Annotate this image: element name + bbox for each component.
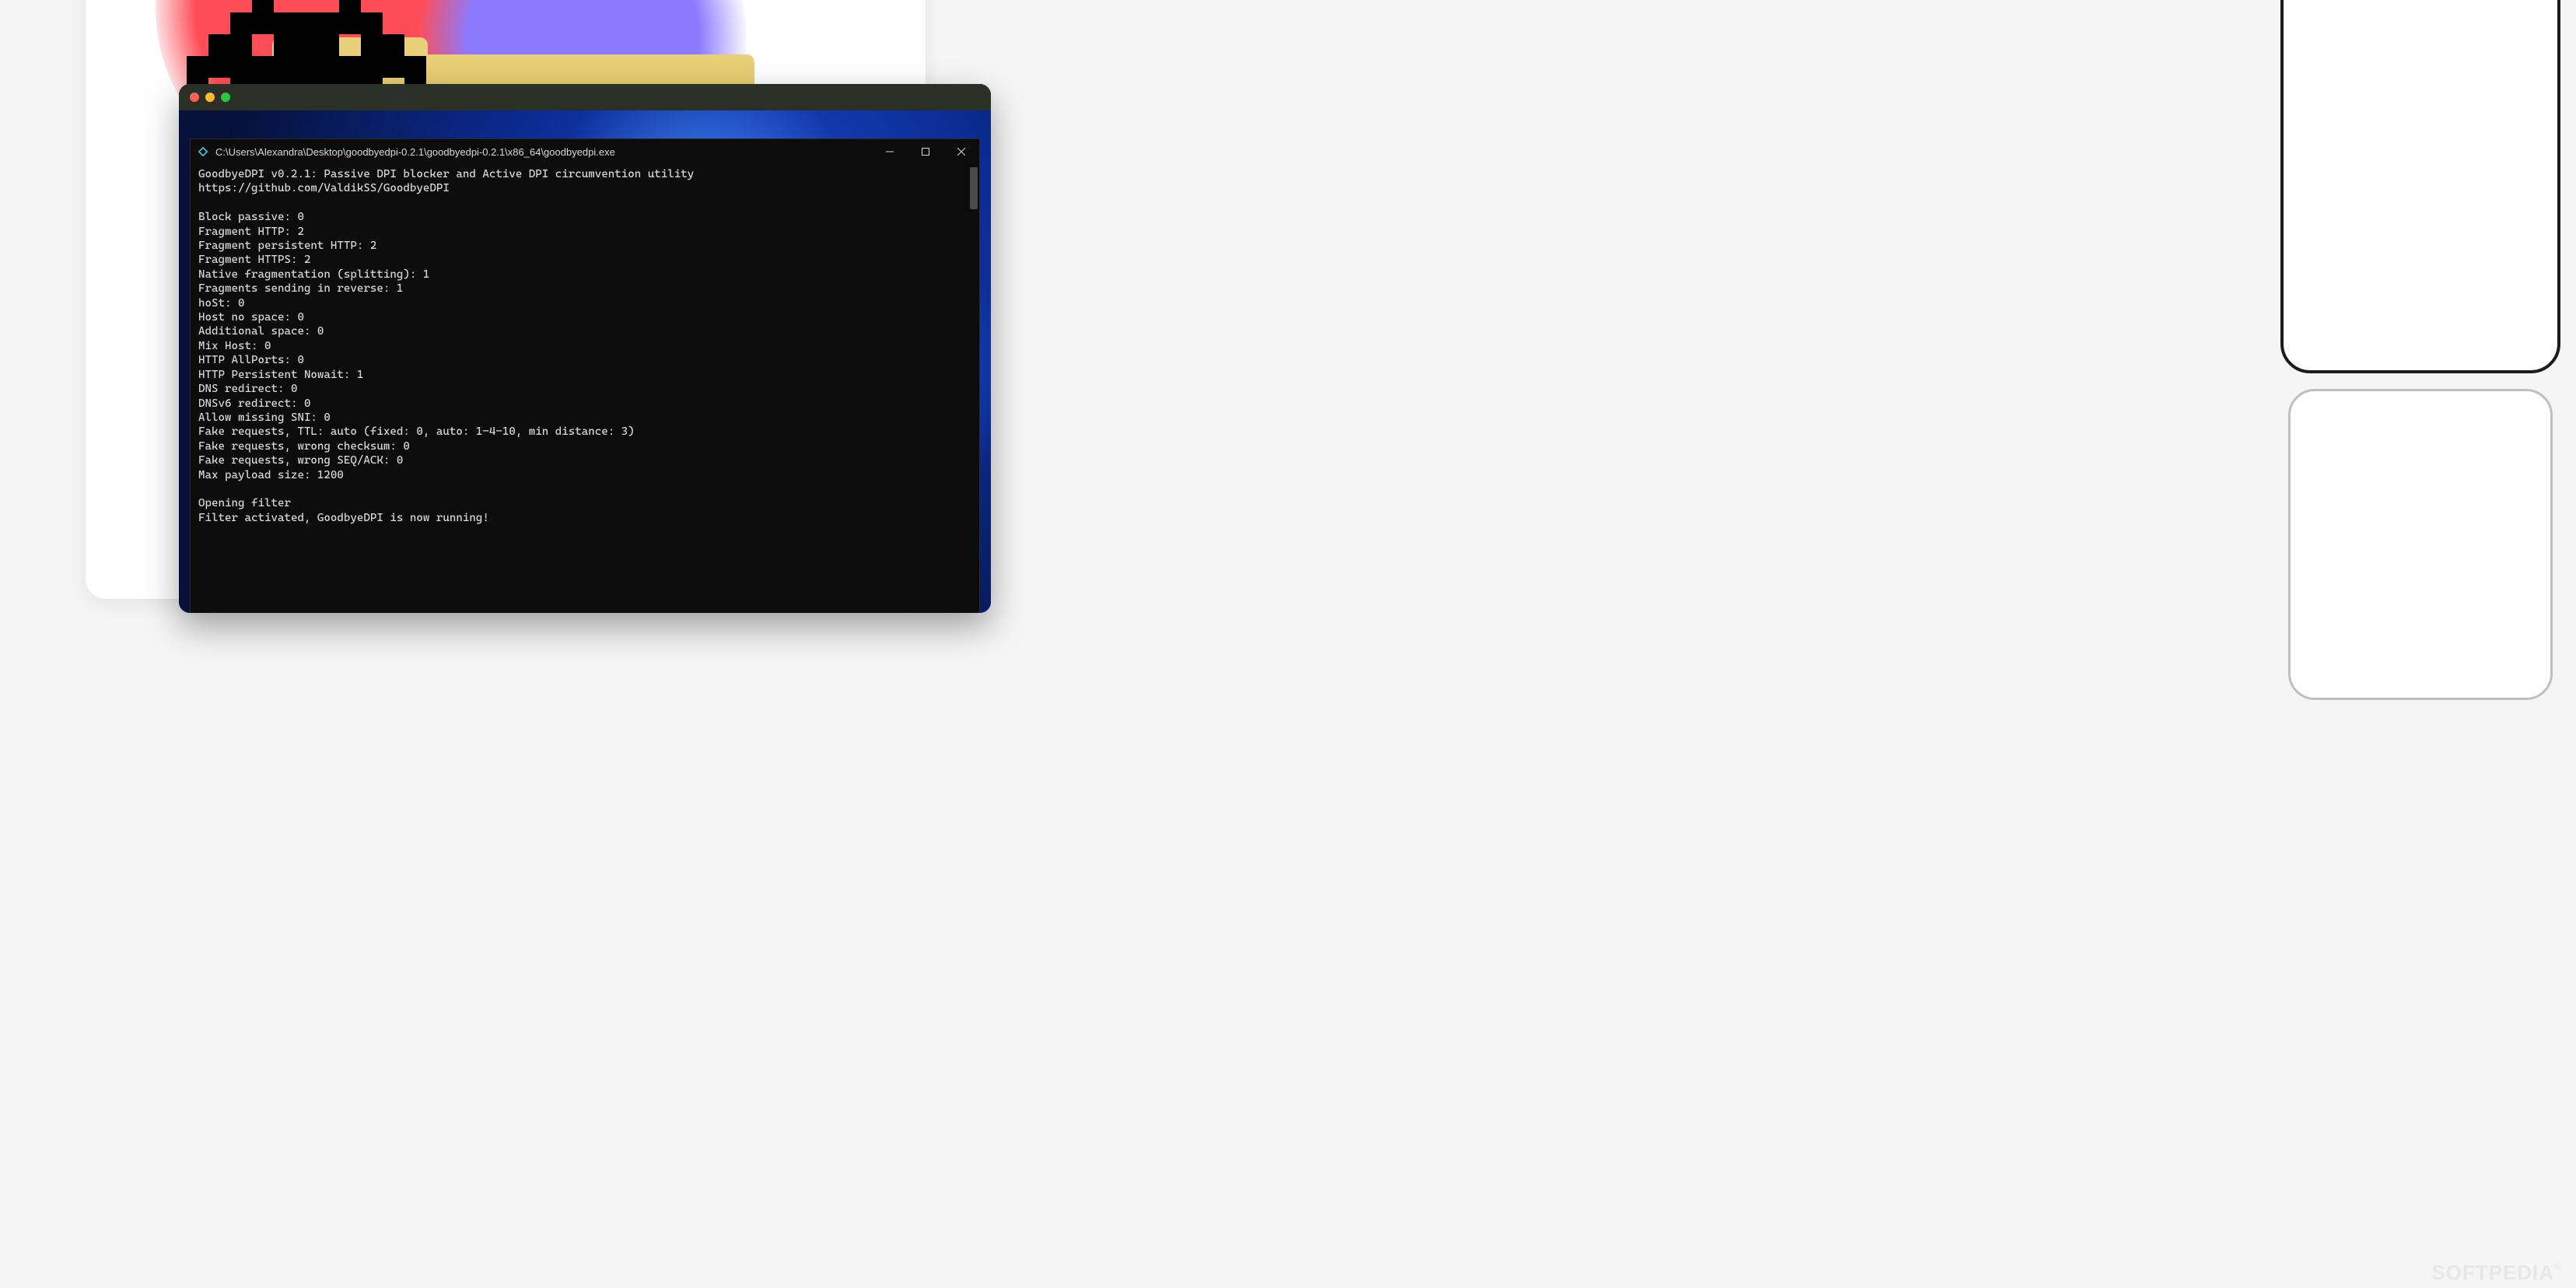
app-icon	[197, 145, 209, 158]
windows-console-titlebar[interactable]: C:\Users\Alexandra\Desktop\goodbyedpi-0.…	[191, 139, 979, 164]
background-device-frame	[2280, 0, 2560, 373]
console-output[interactable]: GoodbyeDPI v0.2.1: Passive DPI blocker a…	[191, 164, 979, 613]
background-device-frame-secondary	[2288, 389, 2553, 700]
console-text: GoodbyeDPI v0.2.1: Passive DPI blocker a…	[198, 168, 694, 524]
close-button[interactable]	[943, 139, 979, 164]
windows-console-window: C:\Users\Alexandra\Desktop\goodbyedpi-0.…	[190, 138, 980, 613]
traffic-light-close-icon[interactable]	[190, 93, 199, 102]
maximize-button[interactable]	[908, 139, 943, 164]
traffic-light-zoom-icon[interactable]	[221, 93, 230, 102]
mac-window-body: C:\Users\Alexandra\Desktop\goodbyedpi-0.…	[179, 110, 991, 613]
watermark: SOFTPEDIA®	[2431, 1261, 2562, 1285]
traffic-light-minimize-icon[interactable]	[205, 93, 215, 102]
minimize-button[interactable]	[872, 139, 908, 164]
windows-console-controls	[872, 139, 979, 164]
windows-console-title: C:\Users\Alexandra\Desktop\goodbyedpi-0.…	[215, 146, 872, 158]
scrollbar-thumb[interactable]	[970, 167, 978, 209]
mac-titlebar	[179, 84, 991, 110]
screenshot-window: C:\Users\Alexandra\Desktop\goodbyedpi-0.…	[179, 84, 991, 613]
